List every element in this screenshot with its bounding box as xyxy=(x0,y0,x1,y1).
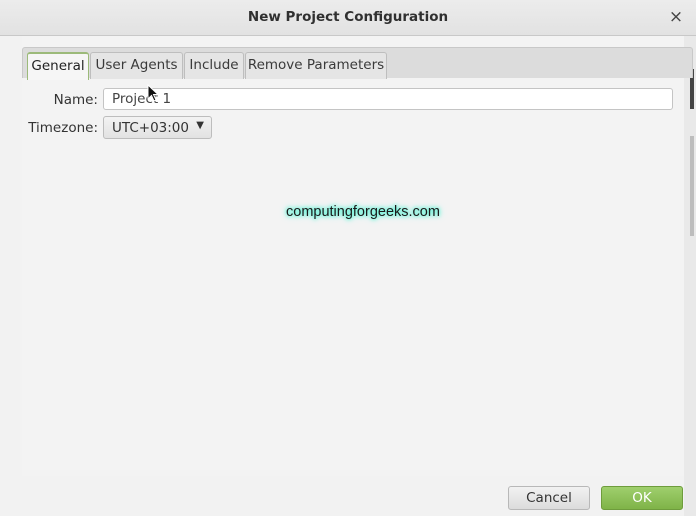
name-label: Name: xyxy=(53,92,98,108)
name-row: Name: xyxy=(22,88,98,112)
timezone-dropdown[interactable]: UTC+03:00 ▼ xyxy=(103,116,212,139)
name-input[interactable] xyxy=(103,88,673,110)
chevron-down-icon: ▼ xyxy=(196,120,204,131)
title-bar: New Project Configuration × xyxy=(0,0,696,36)
watermark-text: computingforgeeks.com xyxy=(286,204,440,220)
background-edge-mark-light xyxy=(690,136,694,236)
cancel-button[interactable]: Cancel xyxy=(508,486,590,510)
tab-remove-parameters[interactable]: Remove Parameters xyxy=(245,52,387,79)
tab-general[interactable]: General xyxy=(27,52,89,80)
close-icon[interactable]: × xyxy=(668,8,684,26)
tab-include[interactable]: Include xyxy=(184,52,244,79)
timezone-value: UTC+03:00 xyxy=(112,120,189,136)
ok-button[interactable]: OK xyxy=(601,486,683,510)
timezone-label: Timezone: xyxy=(28,120,98,136)
mouse-pointer-icon xyxy=(147,84,159,102)
tab-user-agents[interactable]: User Agents xyxy=(90,52,183,79)
window-title: New Project Configuration xyxy=(247,9,449,25)
timezone-row: Timezone: xyxy=(22,116,98,140)
tab-bar: General User Agents Include Remove Param… xyxy=(22,47,693,80)
dialog-content: General User Agents Include Remove Param… xyxy=(22,36,693,476)
background-window-edge xyxy=(684,36,696,516)
